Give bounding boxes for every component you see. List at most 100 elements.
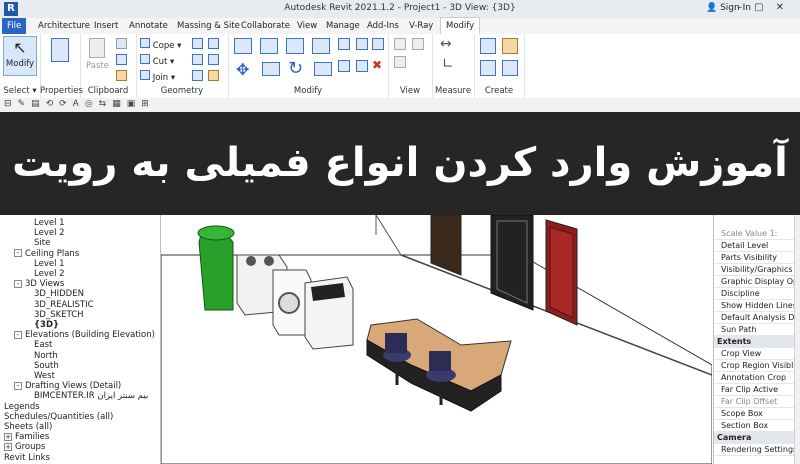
tree-item[interactable]: Sheets (all) xyxy=(4,422,52,432)
tree-expander-icon[interactable]: - xyxy=(14,279,22,288)
tree-expander-icon[interactable]: + xyxy=(4,432,12,441)
measure-icon[interactable]: ↔ xyxy=(440,36,452,52)
tree-item[interactable]: East xyxy=(34,340,52,350)
trim-extend-icon[interactable] xyxy=(314,62,332,76)
property-row[interactable]: Detail Level xyxy=(714,240,800,252)
tree-item[interactable]: North xyxy=(34,351,58,361)
tree-item[interactable]: South xyxy=(34,361,59,371)
geometry-tool-icon[interactable] xyxy=(208,38,219,49)
create-parts-icon[interactable] xyxy=(502,38,518,54)
tree-item[interactable]: - Ceiling Plans xyxy=(14,249,79,259)
scale-icon[interactable] xyxy=(356,60,368,72)
offset-icon[interactable] xyxy=(260,38,278,54)
tree-expander-icon[interactable]: + xyxy=(4,442,12,451)
tree-item[interactable]: 3D_REALISTIC xyxy=(34,300,94,310)
tree-item[interactable]: - Drafting Views (Detail) xyxy=(14,381,121,391)
tree-item[interactable]: + Families xyxy=(4,432,49,442)
join-button[interactable]: Join ▾ xyxy=(140,70,175,83)
tree-item[interactable]: Level 1 xyxy=(34,259,65,269)
copy-element-icon[interactable] xyxy=(262,62,280,76)
property-row[interactable]: Crop View xyxy=(714,348,800,360)
property-row[interactable]: Scope Box xyxy=(714,408,800,420)
move-icon[interactable]: ✥ xyxy=(236,60,249,79)
property-row[interactable]: Far Clip Active xyxy=(714,384,800,396)
override-icon[interactable] xyxy=(412,38,424,50)
select-dropdown[interactable]: Select ▾ xyxy=(0,86,40,96)
tab-massing-site[interactable]: Massing & Site xyxy=(172,18,245,34)
create-assembly-icon[interactable] xyxy=(480,38,496,54)
property-row[interactable]: Parts Visibility xyxy=(714,252,800,264)
tree-expander-icon[interactable]: - xyxy=(14,381,22,390)
property-section-header[interactable]: Camera xyxy=(714,432,800,444)
mirror-axis-icon[interactable] xyxy=(286,38,304,54)
property-row[interactable]: Rendering Settings xyxy=(714,444,800,456)
paint-icon[interactable] xyxy=(208,70,219,81)
split-icon[interactable] xyxy=(338,38,350,50)
property-row[interactable]: Visibility/Graphics Ove xyxy=(714,264,800,276)
geometry-tool-icon[interactable] xyxy=(192,54,203,65)
match-type-icon[interactable] xyxy=(116,70,127,81)
quick-tools-icon[interactable]: ⊟✎▤⟲⟳A◎⇆▦▣⊞ xyxy=(4,99,155,109)
tab-architecture[interactable]: Architecture xyxy=(33,18,95,34)
dimension-icon[interactable]: ∟ xyxy=(442,56,454,72)
rotate-icon[interactable]: ↻ xyxy=(288,58,303,79)
tab-view[interactable]: View xyxy=(292,18,322,34)
tab-file[interactable]: File xyxy=(2,18,27,34)
cope-button[interactable]: Cope ▾ xyxy=(140,38,181,51)
tree-expander-icon[interactable]: - xyxy=(14,249,22,258)
geometry-tool-icon[interactable] xyxy=(192,38,203,49)
property-row[interactable]: Graphic Display Option xyxy=(714,276,800,288)
geometry-tool-icon[interactable] xyxy=(208,54,219,65)
tree-expander-icon[interactable]: - xyxy=(14,330,22,339)
hide-icon[interactable] xyxy=(394,38,406,50)
property-row[interactable]: Show Hidden Lines xyxy=(714,300,800,312)
properties-button[interactable] xyxy=(46,38,74,65)
property-section-header[interactable]: Extents xyxy=(714,336,800,348)
mirror-draw-icon[interactable] xyxy=(312,38,330,54)
property-row[interactable]: Annotation Crop xyxy=(714,372,800,384)
tab-add-ins[interactable]: Add-Ins xyxy=(362,18,404,34)
cut-button[interactable]: Cut ▾ xyxy=(140,54,174,67)
cut-scissors-icon[interactable] xyxy=(116,38,127,49)
tree-item[interactable]: 3D_HIDDEN xyxy=(34,289,84,299)
tree-item[interactable]: 3D_SKETCH xyxy=(34,310,84,320)
delete-icon[interactable]: ✖ xyxy=(372,58,382,72)
tree-item[interactable]: BIMCENTER.IR بیم سنتر ایران xyxy=(34,391,148,401)
tree-item[interactable]: Level 1 xyxy=(34,218,65,228)
tree-item[interactable]: Revit Links xyxy=(4,453,50,463)
properties-scrollbar[interactable] xyxy=(794,215,800,464)
tab-v-ray[interactable]: V-Ray xyxy=(404,18,438,34)
align-icon[interactable] xyxy=(234,38,252,54)
tree-item[interactable]: Level 2 xyxy=(34,228,65,238)
tab-collaborate[interactable]: Collaborate xyxy=(236,18,295,34)
tree-item[interactable]: Schedules/Quantities (all) xyxy=(4,412,113,422)
tree-item[interactable]: + Groups xyxy=(4,442,45,452)
property-row[interactable]: Section Box xyxy=(714,420,800,432)
tree-item[interactable]: {3D} xyxy=(34,320,59,330)
tree-item[interactable]: Level 2 xyxy=(34,269,65,279)
trim-icon[interactable] xyxy=(356,38,368,50)
paste-button[interactable]: Paste xyxy=(86,38,109,71)
create-group-icon[interactable] xyxy=(480,60,496,76)
tab-modify[interactable]: Modify xyxy=(440,17,481,35)
linework-icon[interactable] xyxy=(394,56,406,68)
window-controls[interactable]: –▢✕ xyxy=(737,2,796,13)
property-row[interactable]: Default Analysis Displa xyxy=(714,312,800,324)
create-similar-icon[interactable] xyxy=(502,60,518,76)
modify-button[interactable]: ↖ Modify xyxy=(3,36,37,76)
tree-item[interactable]: - Elevations (Building Elevation) xyxy=(14,330,155,340)
pin-icon[interactable] xyxy=(372,38,384,50)
tab-insert[interactable]: Insert xyxy=(89,18,123,34)
3d-view-canvas[interactable] xyxy=(161,215,712,464)
tree-item[interactable]: -3D Views xyxy=(14,279,64,289)
copy-icon[interactable] xyxy=(116,54,127,65)
tab-annotate[interactable]: Annotate xyxy=(124,18,173,34)
property-row[interactable]: Crop Region Visible xyxy=(714,360,800,372)
geometry-tool-icon[interactable] xyxy=(192,70,203,81)
property-row[interactable]: Discipline xyxy=(714,288,800,300)
tree-item[interactable]: Legends xyxy=(4,402,40,412)
tree-item[interactable]: Site xyxy=(34,238,50,248)
array-icon[interactable] xyxy=(338,60,350,72)
tree-item[interactable]: West xyxy=(34,371,55,381)
tab-manage[interactable]: Manage xyxy=(321,18,365,34)
